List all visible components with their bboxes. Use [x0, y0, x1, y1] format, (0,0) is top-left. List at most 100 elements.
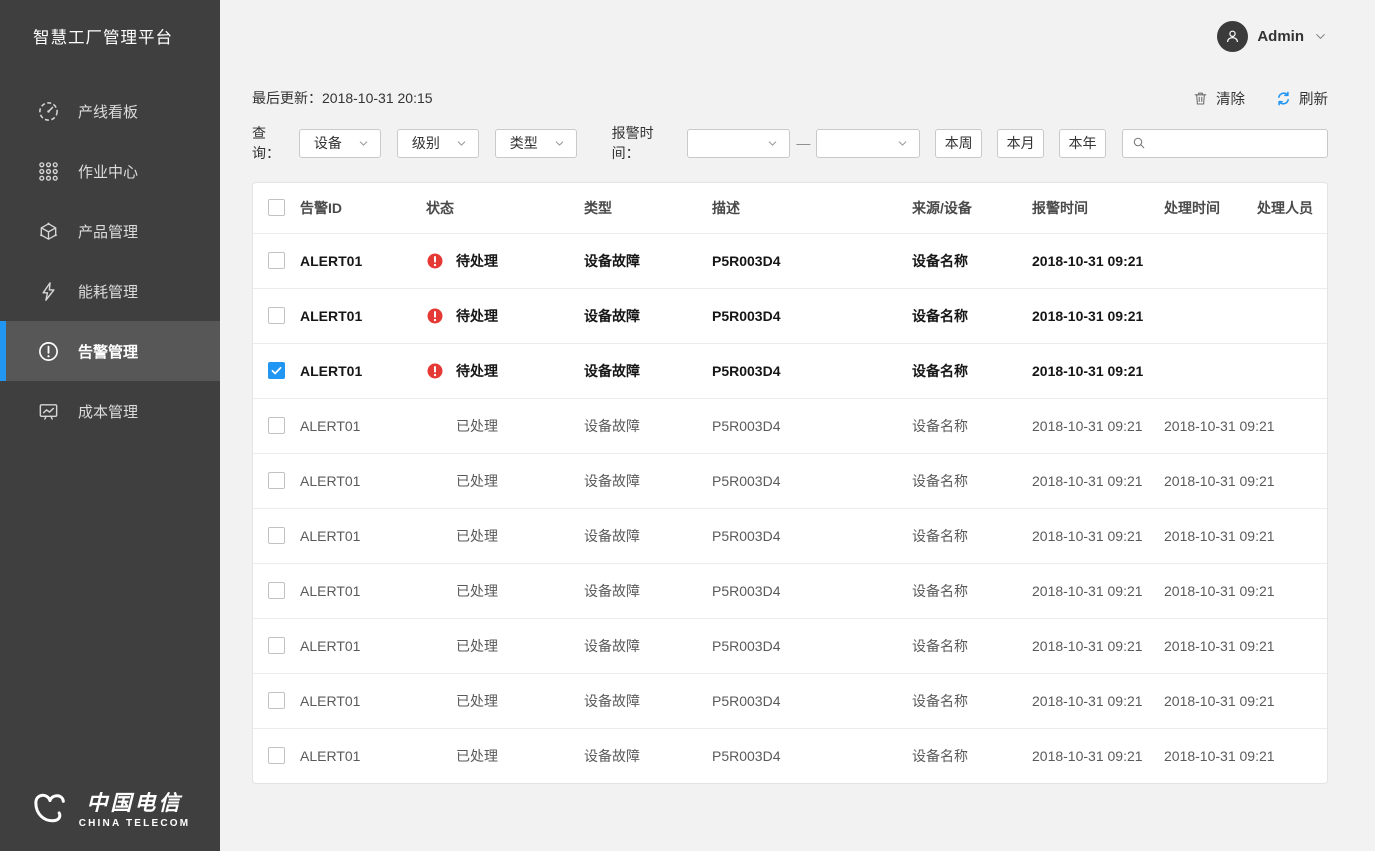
- alerts-table: 告警ID 状态 类型 描述 来源/设备 报警时间 处理时间 处理人员 ALERT…: [252, 182, 1328, 784]
- table-row[interactable]: ALERT01 已处理 设备故障 P5R003D4 设备名称 2018-10-3…: [253, 398, 1327, 453]
- cell-source: 设备名称: [912, 526, 1032, 546]
- level-select[interactable]: 级别: [397, 129, 479, 158]
- china-telecom-logo-icon: [30, 788, 70, 828]
- col-handler: 处理人员: [1257, 198, 1319, 218]
- cell-type: 设备故障: [584, 471, 712, 491]
- cell-type: 设备故障: [584, 361, 712, 381]
- cell-alarm-time: 2018-10-31 09:21: [1032, 473, 1164, 489]
- cell-handle-time: 2018-10-31 09:21: [1164, 528, 1257, 544]
- table-row[interactable]: ALERT01 已处理 设备故障 P5R003D4 设备名称 2018-10-3…: [253, 618, 1327, 673]
- row-checkbox[interactable]: [268, 582, 285, 599]
- row-checkbox[interactable]: [268, 307, 285, 324]
- cell-alert-id: ALERT01: [300, 528, 426, 544]
- chevron-down-icon: [766, 137, 779, 150]
- date-from-select[interactable]: [687, 129, 791, 158]
- cell-type: 设备故障: [584, 746, 712, 766]
- row-checkbox[interactable]: [268, 417, 285, 434]
- brand-logo: 中国电信 CHINA TELECOM: [0, 787, 220, 829]
- select-all-checkbox[interactable]: [268, 199, 285, 216]
- cell-source: 设备名称: [912, 251, 1032, 271]
- search-box: [1122, 129, 1328, 158]
- cell-type: 设备故障: [584, 636, 712, 656]
- cell-description: P5R003D4: [712, 473, 912, 489]
- sidebar-item-energy-mgmt[interactable]: 能耗管理: [0, 261, 220, 321]
- sidebar-item-alert-mgmt[interactable]: 告警管理: [0, 321, 220, 381]
- cell-status: 已处理: [426, 691, 584, 711]
- this-year-button[interactable]: 本年: [1059, 129, 1106, 158]
- table-row[interactable]: ALERT01 待处理 设备故障 P5R003D4 设备名称 2018-10-3…: [253, 288, 1327, 343]
- sidebar-item-product-mgmt[interactable]: 产品管理: [0, 201, 220, 261]
- row-checkbox[interactable]: [268, 252, 285, 269]
- cell-description: P5R003D4: [712, 638, 912, 654]
- table-body: ALERT01 待处理 设备故障 P5R003D4 设备名称 2018-10-3…: [253, 233, 1327, 783]
- alert-icon: [37, 340, 60, 363]
- cell-status: 已处理: [426, 471, 584, 491]
- clear-button[interactable]: 清除: [1192, 88, 1245, 109]
- cell-description: P5R003D4: [712, 308, 912, 324]
- cell-handle-time: 2018-10-31 09:21: [1164, 693, 1257, 709]
- topbar: Admin: [252, 0, 1328, 72]
- cell-source: 设备名称: [912, 636, 1032, 656]
- cell-alert-id: ALERT01: [300, 363, 426, 379]
- cell-type: 设备故障: [584, 251, 712, 271]
- table-row[interactable]: ALERT01 已处理 设备故障 P5R003D4 设备名称 2018-10-3…: [253, 453, 1327, 508]
- cube-icon: [37, 220, 60, 243]
- search-icon: [1131, 135, 1147, 151]
- trash-icon: [1192, 90, 1209, 107]
- sidebar-item-work-center[interactable]: 作业中心: [0, 141, 220, 201]
- col-status: 状态: [426, 198, 584, 218]
- cell-handle-time: 2018-10-31 09:21: [1164, 473, 1257, 489]
- this-week-button[interactable]: 本周: [935, 129, 982, 158]
- cell-handle-time: 2018-10-31 09:21: [1164, 748, 1257, 764]
- row-checkbox[interactable]: [268, 692, 285, 709]
- sidebar-item-cost-mgmt[interactable]: 成本管理: [0, 381, 220, 441]
- row-checkbox[interactable]: [268, 747, 285, 764]
- table-row[interactable]: ALERT01 已处理 设备故障 P5R003D4 设备名称 2018-10-3…: [253, 508, 1327, 563]
- search-input[interactable]: [1153, 135, 1334, 151]
- cell-alert-id: ALERT01: [300, 748, 426, 764]
- brand-name-cn: 中国电信: [87, 787, 183, 817]
- user-name: Admin: [1257, 28, 1304, 45]
- gauge-icon: [37, 100, 60, 123]
- query-label: 查询：: [252, 123, 294, 163]
- cell-source: 设备名称: [912, 361, 1032, 381]
- table-row[interactable]: ALERT01 已处理 设备故障 P5R003D4 设备名称 2018-10-3…: [253, 728, 1327, 783]
- row-checkbox[interactable]: [268, 637, 285, 654]
- refresh-button[interactable]: 刷新: [1275, 88, 1328, 109]
- grid-icon: [37, 160, 60, 183]
- cell-alarm-time: 2018-10-31 09:21: [1032, 363, 1164, 379]
- bolt-icon: [37, 280, 60, 303]
- cell-type: 设备故障: [584, 306, 712, 326]
- cell-alarm-time: 2018-10-31 09:21: [1032, 418, 1164, 434]
- table-row[interactable]: ALERT01 待处理 设备故障 P5R003D4 设备名称 2018-10-3…: [253, 233, 1327, 288]
- this-month-button[interactable]: 本月: [997, 129, 1044, 158]
- device-select[interactable]: 设备: [299, 129, 381, 158]
- row-checkbox[interactable]: [268, 527, 285, 544]
- row-checkbox[interactable]: [268, 362, 285, 379]
- cell-source: 设备名称: [912, 581, 1032, 601]
- cell-type: 设备故障: [584, 691, 712, 711]
- date-to-select[interactable]: [816, 129, 920, 158]
- cell-description: P5R003D4: [712, 583, 912, 599]
- row-checkbox[interactable]: [268, 472, 285, 489]
- sidebar: 智慧工厂管理平台 产线看板 作业中心 产品管理 能耗管理 告警管理 成本管理 中…: [0, 0, 220, 851]
- table-row[interactable]: ALERT01 已处理 设备故障 P5R003D4 设备名称 2018-10-3…: [253, 673, 1327, 728]
- table-row[interactable]: ALERT01 待处理 设备故障 P5R003D4 设备名称 2018-10-3…: [253, 343, 1327, 398]
- cell-alarm-time: 2018-10-31 09:21: [1032, 528, 1164, 544]
- type-select[interactable]: 类型: [495, 129, 577, 158]
- sidebar-item-production-board[interactable]: 产线看板: [0, 81, 220, 141]
- col-handle-time: 处理时间: [1164, 198, 1257, 218]
- user-menu[interactable]: Admin: [1217, 21, 1328, 52]
- last-update-label: 最后更新：: [252, 90, 322, 106]
- cell-alert-id: ALERT01: [300, 638, 426, 654]
- cell-type: 设备故障: [584, 581, 712, 601]
- cell-alarm-time: 2018-10-31 09:21: [1032, 308, 1164, 324]
- cell-source: 设备名称: [912, 306, 1032, 326]
- cell-description: P5R003D4: [712, 363, 912, 379]
- table-row[interactable]: ALERT01 已处理 设备故障 P5R003D4 设备名称 2018-10-3…: [253, 563, 1327, 618]
- cell-alarm-time: 2018-10-31 09:21: [1032, 253, 1164, 269]
- cell-status: 待处理: [426, 306, 584, 326]
- cell-alarm-time: 2018-10-31 09:21: [1032, 638, 1164, 654]
- filter-row: 查询： 设备 级别 类型 报警时间： — 本周 本月 本年: [252, 128, 1328, 158]
- cell-source: 设备名称: [912, 471, 1032, 491]
